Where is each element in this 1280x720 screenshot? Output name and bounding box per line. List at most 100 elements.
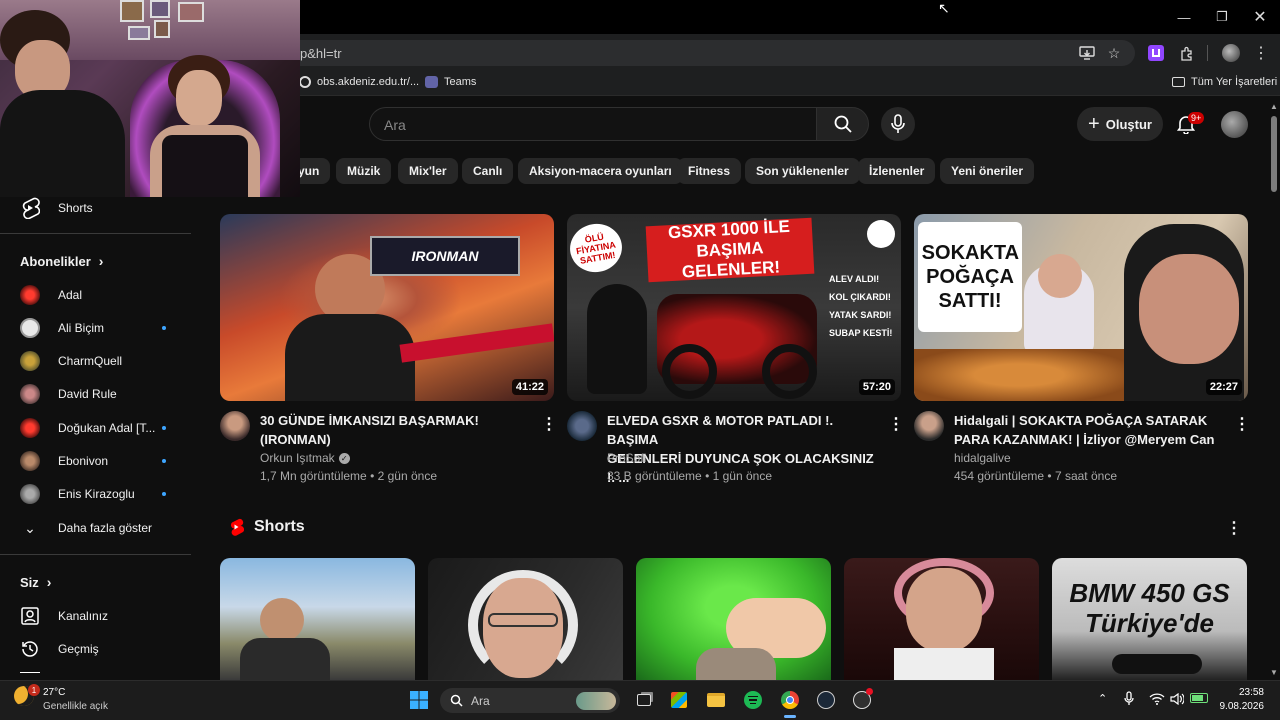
voice-search-button[interactable]	[881, 107, 915, 141]
sidebar-item-subscription[interactable]: Doğukan Adal [T...	[20, 416, 155, 440]
volume-icon[interactable]	[1170, 692, 1185, 710]
new-content-dot	[162, 492, 166, 496]
chip-category[interactable]: Son yüklenenler	[745, 158, 860, 184]
video-metadata: 33 B görüntüleme • 1 gün önce	[607, 469, 772, 483]
short-thumbnail[interactable]	[220, 558, 415, 680]
sidebar-item-shorts[interactable]: Shorts	[20, 196, 93, 220]
webcam-overlay	[0, 0, 300, 197]
new-content-dot	[162, 459, 166, 463]
extensions-puzzle-icon[interactable]	[1176, 42, 1198, 64]
video-title[interactable]: Hidalgali | SOKAKTA POĞAÇA SATARAK PARA …	[954, 411, 1224, 449]
short-thumbnail[interactable]: BMW 450 GS Türkiye'de	[1052, 558, 1247, 680]
minimize-icon[interactable]: —	[1165, 0, 1203, 34]
microphone-icon	[891, 114, 905, 133]
short-thumbnail[interactable]	[844, 558, 1039, 680]
chip-category[interactable]: Yeni öneriler	[940, 158, 1035, 184]
chip-category[interactable]: İzlenenler	[858, 158, 936, 184]
chip-category[interactable]: Mix'ler	[398, 158, 458, 184]
weather-description[interactable]: Genellikle açık	[43, 701, 108, 712]
chevron-right-icon: ›	[98, 253, 104, 269]
video-channel[interactable]: Orkun Işıtmak ✓	[260, 451, 350, 465]
weather-temp[interactable]: 27°C	[43, 687, 65, 698]
file-explorer-icon[interactable]	[704, 688, 728, 712]
active-app-indicator	[784, 715, 796, 718]
sidebar-show-more[interactable]: ⌄ Daha fazla göster	[20, 516, 152, 540]
sidebar-item-subscription[interactable]: David Rule	[20, 382, 117, 406]
more-options-icon[interactable]: ⋮	[541, 414, 557, 434]
thumbnail-banner-text: SOKAKTA POĞAÇA SATTI!	[918, 222, 1022, 332]
channel-avatar[interactable]	[567, 411, 597, 441]
sidebar-item-subscription[interactable]: Enis Kirazoglu	[20, 482, 135, 506]
taskbar-search[interactable]: Ara	[440, 688, 620, 713]
battery-icon[interactable]	[1190, 693, 1208, 703]
video-duration: 57:20	[858, 379, 895, 395]
video-thumbnail[interactable]: SOKAKTA POĞAÇA SATTI! 22:27	[914, 214, 1248, 401]
twitch-extension-icon[interactable]	[1145, 42, 1167, 64]
channel-avatar	[20, 351, 40, 371]
microphone-icon[interactable]	[1124, 691, 1134, 711]
chrome-icon[interactable]	[778, 688, 802, 712]
verified-check-icon: ✓	[338, 452, 350, 464]
chip-category[interactable]: yun	[296, 158, 331, 184]
sidebar-item-your-channel[interactable]: Kanalınız	[20, 604, 108, 628]
install-app-icon[interactable]	[1076, 42, 1098, 64]
video-channel[interactable]: ProSofi	[607, 451, 646, 465]
chip-category[interactable]: Fitness	[677, 158, 742, 184]
scroll-down-arrow-icon[interactable]: ▼	[1270, 668, 1278, 677]
all-bookmarks[interactable]: Tüm Yer İşaretleri	[1172, 76, 1277, 88]
sidebar-you-heading[interactable]: Siz ›	[20, 574, 51, 590]
wifi-icon[interactable]	[1149, 692, 1165, 710]
scrollbar-thumb[interactable]	[1271, 116, 1277, 192]
more-options-icon[interactable]: ⋮	[1234, 414, 1250, 434]
chevron-up-icon[interactable]: ⌃	[1098, 692, 1107, 705]
spotify-icon[interactable]	[741, 688, 765, 712]
search-input[interactable]	[369, 107, 816, 141]
clock-date[interactable]: 9.08.2026	[1214, 701, 1265, 712]
search-button[interactable]	[816, 107, 869, 141]
start-button[interactable]	[407, 688, 431, 712]
sidebar-item-subscription[interactable]: Adal	[20, 283, 82, 307]
bookmark-star-icon[interactable]: ☆	[1103, 42, 1125, 64]
video-duration: 22:27	[1205, 379, 1242, 395]
short-thumbnail[interactable]	[636, 558, 831, 680]
chip-category[interactable]: Müzik	[336, 158, 392, 184]
browser-menu-icon[interactable]: ⋮	[1250, 42, 1272, 64]
create-button[interactable]: + Oluştur	[1077, 107, 1163, 141]
plus-icon: +	[1088, 113, 1100, 135]
steam-icon[interactable]	[814, 688, 838, 712]
clock-time[interactable]: 23:58	[1224, 687, 1264, 698]
video-thumbnail[interactable]: GSXR 1000 İLE BAŞIMA GELENLER! ÖLÜ FİYAT…	[567, 214, 901, 401]
chip-category[interactable]: Canlı	[462, 158, 514, 184]
channel-avatar	[20, 384, 40, 404]
url-text[interactable]: p&hl=tr	[300, 46, 342, 61]
bookmark-teams[interactable]: Teams	[425, 76, 476, 88]
video-channel[interactable]: hidalgalive	[954, 451, 1011, 465]
channel-avatar[interactable]	[914, 411, 944, 441]
address-bar[interactable]	[280, 40, 1135, 66]
sidebar-item-cut-off	[20, 672, 40, 680]
close-icon[interactable]: ✕	[1241, 0, 1279, 34]
account-avatar[interactable]	[1221, 111, 1248, 138]
toolbar-divider	[1207, 45, 1208, 61]
task-view-icon[interactable]	[632, 688, 656, 712]
sidebar-item-subscription[interactable]: Ebonivon	[20, 449, 108, 473]
chip-category[interactable]: Aksiyon-macera oyunları	[518, 158, 683, 184]
scroll-up-arrow-icon[interactable]: ▲	[1270, 102, 1278, 111]
store-icon[interactable]	[667, 688, 691, 712]
profile-avatar-icon[interactable]	[1220, 42, 1242, 64]
video-title[interactable]: 30 GÜNDE İMKANSIZI BAŞARMAK! (IRONMAN)	[260, 411, 530, 449]
maximize-icon[interactable]: ❐	[1203, 0, 1241, 34]
sidebar-item-subscription[interactable]: Ali Biçim	[20, 316, 104, 340]
more-options-icon[interactable]: ⋮	[1226, 518, 1242, 538]
weather-badge: 1	[28, 684, 40, 696]
sidebar-subscriptions-heading[interactable]: Abonelikler ›	[20, 253, 103, 269]
channel-avatar[interactable]	[220, 411, 250, 441]
more-options-icon[interactable]: ⋮	[888, 414, 904, 434]
bookmark-obs[interactable]: obs.akdeniz.edu.tr/...	[299, 76, 419, 88]
video-thumbnail[interactable]: IRONMAN 41:22	[220, 214, 554, 401]
short-thumbnail[interactable]	[428, 558, 623, 680]
sidebar-item-history[interactable]: Geçmiş	[20, 637, 99, 661]
sidebar-item-subscription[interactable]: CharmQuell	[20, 349, 122, 373]
video-metadata: 1,7 Mn görüntüleme • 2 gün önce	[260, 469, 437, 483]
history-icon	[22, 641, 38, 657]
